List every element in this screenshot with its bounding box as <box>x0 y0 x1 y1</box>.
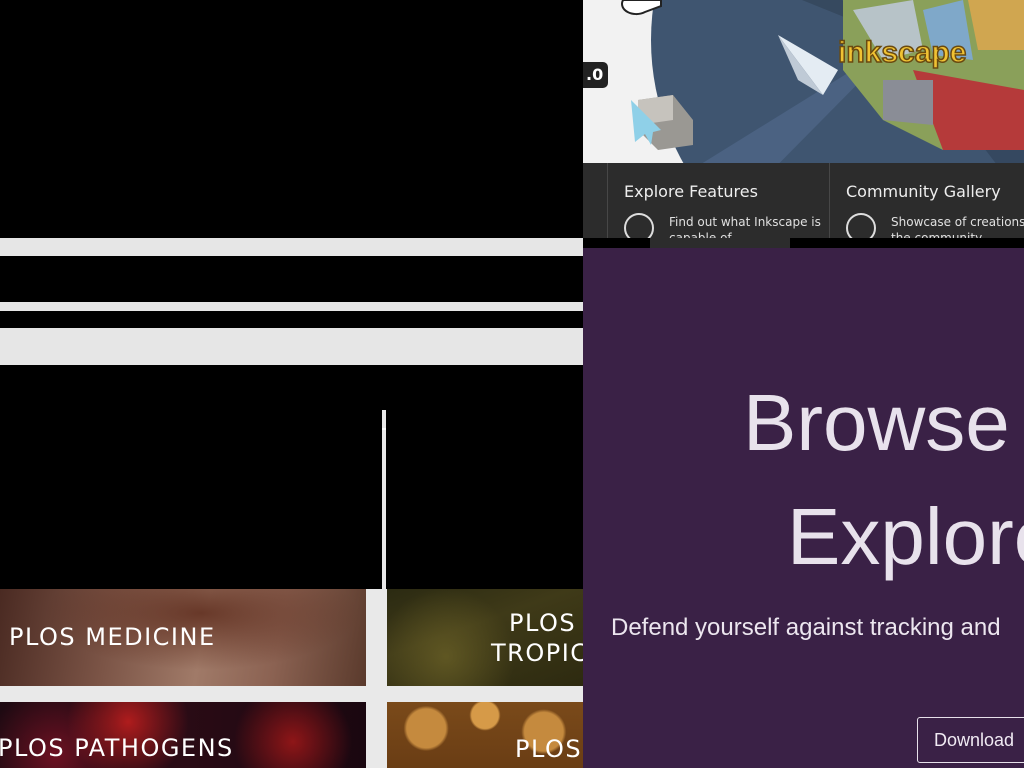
content-block-right <box>386 365 583 589</box>
tile-label: PLOS MEDICINE <box>9 623 216 651</box>
inkscape-nav-bar: Explore Features Find out what Inkscape … <box>583 163 1024 238</box>
promo-heading-line: Explore <box>787 492 1024 581</box>
promo-heading-line: Browse <box>743 378 1010 467</box>
gallery-icon <box>846 213 876 238</box>
tile-gutter <box>366 589 387 768</box>
promo-subtitle: Defend yourself against tracking and <box>611 614 1001 641</box>
nav-desc: Showcase of creations fr <box>891 215 1024 229</box>
features-icon <box>624 213 654 238</box>
black-stripe <box>0 256 583 302</box>
black-stripe <box>0 311 583 328</box>
plos-tropical-tile[interactable]: PLOS TROPIC <box>387 589 583 686</box>
gray-stripe <box>0 328 583 365</box>
inkscape-hero-banner[interactable]: inkscape .0 <box>583 0 1024 163</box>
download-button[interactable]: Download <box>917 717 1024 763</box>
plos-medicine-tile[interactable]: PLOS MEDICINE <box>0 589 366 686</box>
tile-label: PLOS <box>515 735 583 763</box>
browser-promo-panel: Browse Explore Defend yourself against t… <box>583 248 1024 768</box>
nav-title: Community Gallery <box>846 182 1001 201</box>
plos-page: PLOS MEDICINE PLOS TROPIC PLOS PATHOGENS… <box>0 0 583 768</box>
nav-title: Explore Features <box>624 182 758 201</box>
inkscape-hero-illustration: inkscape <box>621 0 1024 163</box>
nav-desc: Find out what Inkscape is <box>669 215 821 229</box>
tile-label: PLOS PATHOGENS <box>0 734 234 762</box>
tile-label: TROPIC <box>491 639 583 667</box>
version-badge: .0 <box>583 62 608 88</box>
gray-stripe <box>0 302 583 311</box>
nav-desc: capable of <box>669 231 732 238</box>
inkscape-logo-text: inkscape <box>838 36 966 69</box>
top-black-area <box>0 0 583 238</box>
tile-label: PLOS <box>509 609 577 637</box>
community-gallery-link[interactable]: Community Gallery Showcase of creations … <box>830 163 1024 238</box>
plos-tile[interactable]: PLOS <box>387 702 583 768</box>
nav-desc: the community <box>891 231 983 238</box>
content-block-left <box>0 365 382 589</box>
tile-gutter <box>0 686 583 702</box>
inkscape-tab-indicator <box>650 238 790 248</box>
explore-features-link[interactable]: Explore Features Find out what Inkscape … <box>608 163 829 238</box>
gray-stripe <box>0 238 583 256</box>
plos-pathogens-tile[interactable]: PLOS PATHOGENS <box>0 702 366 768</box>
